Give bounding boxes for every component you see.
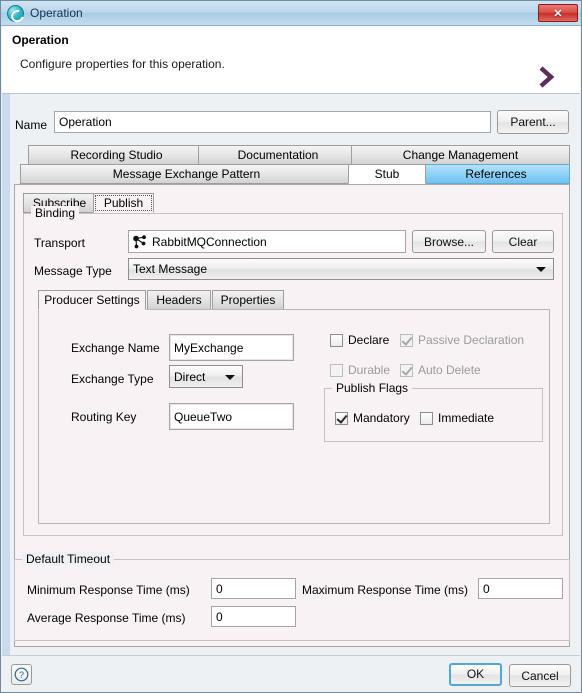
exchange-type-combo[interactable]: Direct xyxy=(169,365,243,388)
declare-label: Declare xyxy=(348,333,390,347)
message-type-value: Text Message xyxy=(133,262,208,276)
maximum-response-time-input[interactable]: 0 xyxy=(478,578,563,599)
innertab-producer-settings[interactable]: Producer Settings xyxy=(38,290,146,310)
header-banner: Operation Configure properties for this … xyxy=(2,26,580,94)
producer-settings-panel: Exchange Name MyExchange Exchange Type D… xyxy=(38,309,550,524)
mandatory-checkbox[interactable]: Mandatory xyxy=(335,411,410,425)
close-icon: ✕ xyxy=(553,7,563,20)
tab-documentation[interactable]: Documentation xyxy=(198,145,358,165)
average-response-time-label: Average Response Time (ms) xyxy=(27,611,186,625)
operation-dialog: Operation ✕ Operation Configure properti… xyxy=(0,0,582,693)
durable-label: Durable xyxy=(348,363,391,377)
declare-checkbox[interactable]: Declare xyxy=(330,333,389,347)
mandatory-checkbox-box xyxy=(335,411,348,425)
passive-declaration-label: Passive Declaration xyxy=(418,333,525,347)
durable-checkbox-box xyxy=(330,363,343,377)
routing-key-input[interactable]: QueueTwo xyxy=(169,403,294,430)
passive-declaration-checkbox-box xyxy=(400,333,413,347)
exchange-type-label: Exchange Type xyxy=(71,372,154,386)
binding-group: Binding Transport RabbitMQConnection Bro… xyxy=(23,206,563,536)
left-rail xyxy=(2,94,10,655)
browse-button[interactable]: Browse... xyxy=(412,230,486,253)
exchange-name-value: MyExchange xyxy=(174,340,244,355)
maximum-response-time-value: 0 xyxy=(483,581,490,596)
transport-field[interactable]: RabbitMQConnection xyxy=(128,230,406,253)
operation-circle-icon xyxy=(7,4,24,22)
chevron-right-icon xyxy=(539,66,555,88)
innertab-headers[interactable]: Headers xyxy=(147,290,211,310)
default-timeout-title: Default Timeout xyxy=(22,552,115,566)
binding-group-title: Binding xyxy=(31,206,80,220)
minimum-response-time-input[interactable]: 0 xyxy=(211,578,296,599)
tab-recording-studio[interactable]: Recording Studio xyxy=(28,145,205,165)
message-type-combo[interactable]: Text Message xyxy=(128,258,554,280)
window-title: Operation xyxy=(30,6,83,20)
transport-label: Transport xyxy=(34,236,85,250)
minimum-response-time-value: 0 xyxy=(216,581,223,596)
auto-delete-label: Auto Delete xyxy=(418,363,481,377)
tab-stub[interactable]: Stub xyxy=(348,164,426,184)
average-response-time-value: 0 xyxy=(216,609,223,624)
page-title: Operation xyxy=(12,33,69,47)
declare-checkbox-box xyxy=(330,333,343,347)
maximum-response-time-label: Maximum Response Time (ms) xyxy=(302,583,469,597)
tab-references[interactable]: References xyxy=(422,164,570,184)
name-input[interactable] xyxy=(54,111,491,133)
tab-message-exchange-pattern[interactable]: Message Exchange Pattern xyxy=(20,164,353,184)
tab-change-management[interactable]: Change Management xyxy=(351,145,570,165)
svg-text:?: ? xyxy=(19,670,24,680)
routing-key-value: QueueTwo xyxy=(174,409,233,424)
close-button[interactable]: ✕ xyxy=(538,4,578,22)
chevron-down-icon xyxy=(225,374,235,380)
exchange-name-label: Exchange Name xyxy=(71,341,160,355)
parent-button[interactable]: Parent... xyxy=(497,110,569,134)
immediate-checkbox-box xyxy=(420,411,433,425)
title-bar: Operation ✕ xyxy=(1,1,581,26)
chevron-down-icon xyxy=(536,267,546,272)
durable-checkbox: Durable xyxy=(330,363,390,377)
passive-declaration-checkbox: Passive Declaration xyxy=(400,333,524,347)
publish-flags-title: Publish Flags xyxy=(332,381,413,395)
immediate-checkbox[interactable]: Immediate xyxy=(420,411,494,425)
minimum-response-time-label: Minimum Response Time (ms) xyxy=(27,583,190,597)
subtab-publish[interactable]: Publish xyxy=(93,193,154,213)
dialog-content: Name Parent... Recording Studio Document… xyxy=(10,94,574,655)
page-description: Configure properties for this operation. xyxy=(20,57,225,71)
connection-node-icon xyxy=(133,234,146,248)
transport-value: RabbitMQConnection xyxy=(152,234,267,249)
auto-delete-checkbox-box xyxy=(400,363,413,377)
ok-button[interactable]: OK xyxy=(449,663,502,686)
exchange-name-input[interactable]: MyExchange xyxy=(169,334,294,361)
mandatory-label: Mandatory xyxy=(353,411,410,425)
immediate-label: Immediate xyxy=(438,411,495,425)
cancel-button[interactable]: Cancel xyxy=(509,664,571,687)
help-button[interactable]: ? xyxy=(11,664,32,685)
message-type-label: Message Type xyxy=(34,264,112,278)
help-question-icon: ? xyxy=(14,667,29,682)
routing-key-label: Routing Key xyxy=(71,410,137,424)
name-label: Name xyxy=(15,118,48,132)
average-response-time-input[interactable]: 0 xyxy=(211,606,296,627)
publish-flags-group: Publish Flags Mandatory Immediate xyxy=(324,381,543,442)
clear-button[interactable]: Clear xyxy=(492,230,554,253)
top-tab-strip: Recording Studio Documentation Change Ma… xyxy=(14,145,570,185)
exchange-type-value: Direct xyxy=(174,369,206,384)
auto-delete-checkbox: Auto Delete xyxy=(400,363,481,377)
innertab-properties[interactable]: Properties xyxy=(212,290,284,310)
dialog-button-bar: ? OK Cancel xyxy=(2,655,580,692)
default-timeout-group: Default Timeout Minimum Response Time (m… xyxy=(14,552,570,641)
